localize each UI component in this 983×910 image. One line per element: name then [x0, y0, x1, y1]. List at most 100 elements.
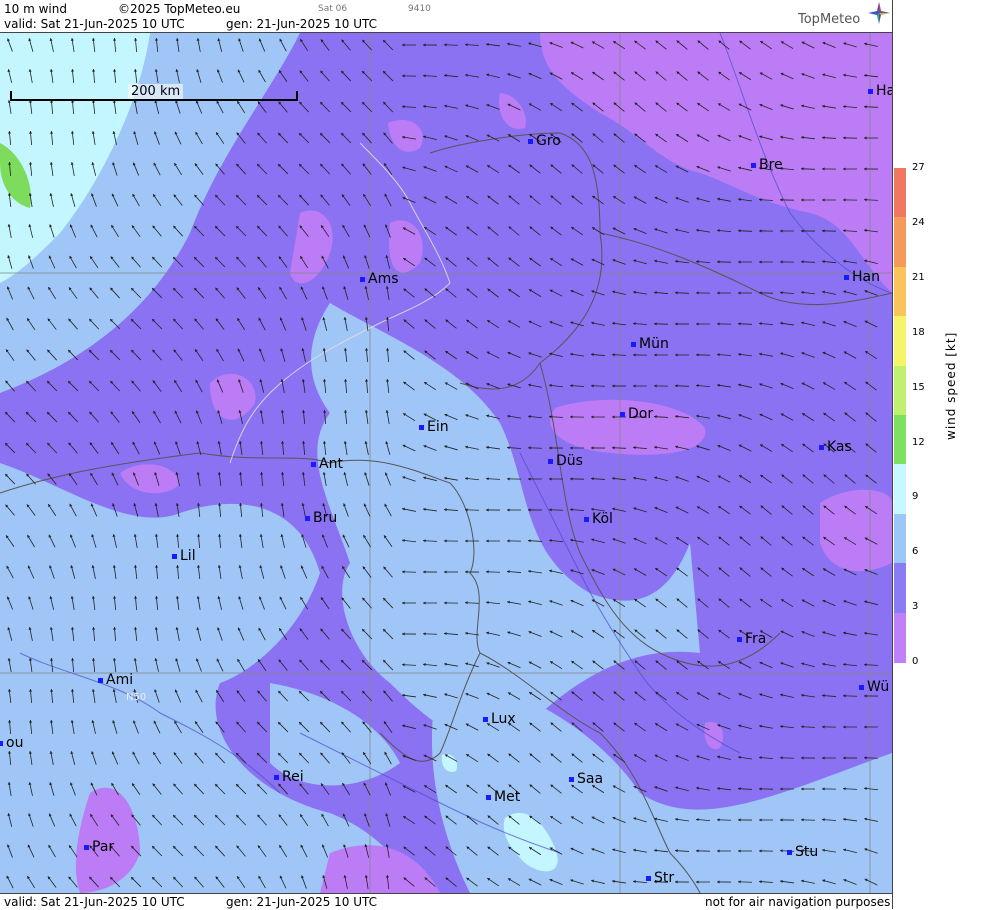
wind-arrow-head [507, 570, 510, 573]
wind-arrow-head [801, 725, 804, 728]
city-label: Dor [620, 406, 653, 422]
legend-color-band [894, 415, 906, 465]
wind-arrow-head [822, 879, 825, 882]
wind-arrow-head [133, 503, 136, 506]
city-marker-icon [486, 795, 491, 800]
wind-arrow-head [549, 508, 552, 511]
wind-arrow-head [759, 849, 762, 852]
wind-arrow-head [465, 104, 468, 107]
wind-map[interactable]: 200 km N50 GroBreHaAmsHanMünDorEinDüsKas… [0, 33, 892, 893]
wind-arrow-head [738, 724, 741, 727]
legend-tick-label: 27 [912, 162, 925, 173]
wind-arrow-head [29, 782, 32, 785]
wind-arrow-head [633, 446, 636, 449]
wind-arrow-head [8, 689, 11, 692]
wind-arrow-head [528, 477, 531, 480]
grid-label: N50 [126, 692, 146, 703]
wind-arrow-head [780, 291, 783, 294]
wind-arrow-head [612, 446, 615, 449]
wind-arrow-head [50, 720, 53, 723]
wind-arrow-head [197, 503, 200, 506]
wind-arrow-head [465, 43, 468, 46]
wind-arrow-head [465, 508, 468, 511]
wind-arrow-head [549, 539, 552, 542]
city-marker-icon [751, 163, 756, 168]
wind-arrow-head [344, 379, 347, 382]
wind-arrow-head [843, 105, 846, 108]
wind-arrow-head [402, 508, 405, 511]
wind-arrow-head [738, 322, 741, 325]
wind-arrow-head [801, 136, 804, 139]
wind-arrow-head [864, 105, 867, 108]
wind-arrow-head [675, 384, 678, 387]
city-name: Kas [827, 439, 852, 455]
city-marker-icon [305, 516, 310, 521]
wind-arrow-head [50, 689, 53, 692]
wind-arrow-head [402, 601, 405, 604]
city-name: Str [654, 870, 674, 886]
wind-arrow-head [696, 291, 699, 294]
wind-arrow-head [402, 74, 405, 77]
wind-arrow-head [29, 162, 32, 165]
wind-arrow-head [717, 756, 720, 759]
wind-arrow-head [696, 322, 699, 325]
wind-arrow-head [864, 74, 867, 77]
map-title: 10 m wind [4, 2, 67, 16]
wind-arrow-head [176, 596, 179, 599]
city-name: Dor [628, 406, 653, 422]
wind-arrow-head [654, 415, 657, 418]
city-label: Gro [528, 133, 561, 149]
wind-arrow-head [717, 818, 720, 821]
wind-arrow-head [465, 477, 468, 480]
wind-arrow-head [260, 503, 263, 506]
wind-arrow-head [365, 441, 368, 444]
legend-color-band [894, 267, 906, 317]
city-name: Met [494, 789, 520, 805]
wind-arrow-head [92, 658, 95, 661]
wind-arrow-head [675, 260, 678, 263]
wind-arrow-head [549, 415, 552, 418]
city-name: ou [6, 735, 23, 751]
wind-arrow-head [196, 441, 199, 444]
wind-arrow-head [843, 663, 846, 666]
wind-arrow-head [28, 38, 31, 41]
wind-arrow-head [465, 570, 468, 573]
wind-arrow-head [822, 229, 825, 232]
wind-arrow-head [386, 348, 389, 351]
legend-color-band [894, 563, 906, 613]
wind-arrow-head [654, 849, 657, 852]
wind-arrow-head [29, 720, 32, 723]
wind-arrow-head [654, 291, 657, 294]
city-label: Köl [584, 511, 613, 527]
wind-arrow-head [281, 472, 284, 475]
wind-arrow-head [612, 477, 615, 480]
legend-color-band [894, 366, 906, 416]
wind-arrow-head [133, 131, 136, 134]
wind-arrow-head [843, 848, 846, 851]
legend-color-band [894, 613, 906, 663]
wind-arrow-head [196, 627, 199, 630]
wind-arrow-head [197, 565, 200, 568]
wind-arrow-head [155, 658, 158, 661]
legend-color-band [894, 168, 906, 218]
wind-arrow-head [8, 193, 11, 196]
city-marker-icon [548, 459, 553, 464]
wind-arrow-head [322, 317, 325, 320]
wind-arrow-head [570, 508, 573, 511]
wind-arrow-head [822, 198, 825, 201]
wind-arrow-head [92, 596, 95, 599]
wind-arrow-head [260, 472, 263, 475]
legend-tick-label: 0 [912, 656, 918, 667]
wind-arrow-head [864, 198, 867, 201]
wind-arrow-head [134, 596, 137, 599]
wind-arrow-head [486, 508, 489, 511]
wind-arrow-head [801, 260, 804, 263]
wind-arrow-head [675, 446, 678, 449]
city-marker-icon [859, 685, 864, 690]
wind-arrow-head [822, 136, 825, 139]
wind-arrow-head [113, 69, 116, 72]
wind-arrow-head [197, 534, 200, 537]
wind-arrow-head [591, 384, 594, 387]
wind-arrow-head [92, 69, 95, 72]
wind-arrow-head [822, 260, 825, 263]
